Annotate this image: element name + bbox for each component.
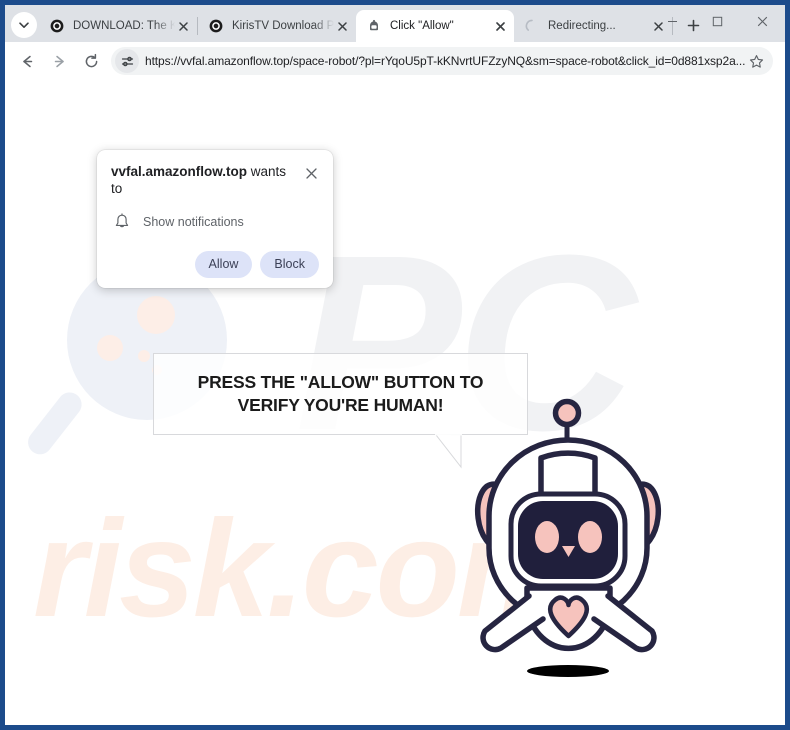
dark-circle-icon	[208, 18, 224, 34]
dialog-close-button[interactable]	[303, 165, 319, 181]
browser-toolbar: https://vvfal.amazonflow.top/space-robot…	[5, 42, 785, 80]
block-button[interactable]: Block	[260, 250, 319, 278]
close-icon	[757, 16, 768, 27]
watermark-dot	[97, 335, 123, 361]
dialog-origin: vvfal.amazonflow.top	[111, 164, 248, 179]
dark-circle-icon	[49, 18, 65, 34]
dialog-actions: Allow Block	[111, 250, 319, 278]
reload-icon	[85, 53, 97, 67]
tab-close-icon[interactable]	[175, 18, 191, 34]
tab-title: Click "Allow"	[390, 20, 454, 32]
notification-permission-dialog: vvfal.amazonflow.top wants to Show notif…	[97, 150, 333, 288]
tab-close-icon[interactable]	[492, 18, 508, 34]
robot-shadow	[527, 665, 609, 677]
tab-click-allow[interactable]: Click "Allow"	[356, 10, 514, 42]
close-window-button[interactable]	[740, 5, 785, 38]
back-button[interactable]	[13, 47, 41, 75]
tab-title: KirisTV Download Page	[232, 20, 334, 32]
maximize-button[interactable]	[695, 5, 740, 38]
speech-bubble-text: PRESS THE "ALLOW" BUTTON TO VERIFY YOU'R…	[197, 371, 484, 415]
watermark-magnifier-handle	[23, 387, 87, 460]
maximize-icon	[712, 16, 723, 27]
bookmark-star-icon[interactable]	[745, 50, 767, 72]
robot-mascot-illustration	[471, 398, 671, 688]
robot-icon	[366, 18, 382, 34]
loading-spinner-icon	[524, 18, 540, 34]
forward-button[interactable]	[45, 47, 73, 75]
tab-download-the-killer[interactable]: DOWNLOAD: The Killer	[39, 10, 197, 42]
watermark-dot	[138, 350, 150, 362]
dialog-title: vvfal.amazonflow.top wants to	[111, 164, 303, 198]
reload-button[interactable]	[77, 47, 105, 75]
close-icon	[305, 167, 317, 179]
permission-row: Show notifications	[111, 213, 319, 231]
speech-bubble-tail	[435, 434, 462, 469]
minimize-icon	[668, 21, 677, 22]
downloads-button[interactable]	[781, 47, 785, 75]
tune-sliders-icon	[121, 56, 133, 66]
tab-title: DOWNLOAD: The Killer	[73, 20, 175, 32]
arrow-left-icon	[22, 55, 32, 67]
bell-notification-icon	[115, 213, 129, 227]
site-settings-button[interactable]	[115, 49, 139, 73]
chevron-down-icon	[19, 22, 29, 28]
allow-button[interactable]: Allow	[194, 250, 253, 278]
address-bar[interactable]: https://vvfal.amazonflow.top/space-robot…	[111, 47, 774, 75]
minimize-button[interactable]	[650, 5, 695, 38]
browser-window: DOWNLOAD: The Killer KirisTV Download Pa…	[5, 5, 785, 725]
url-text: https://vvfal.amazonflow.top/space-robot…	[145, 54, 746, 68]
watermark-dot	[137, 296, 175, 334]
window-controls	[650, 5, 785, 38]
tab-title: Redirecting...	[548, 20, 616, 32]
arrow-right-icon	[54, 55, 64, 67]
tab-redirecting[interactable]: Redirecting...	[514, 10, 672, 42]
desktop-background: DOWNLOAD: The Killer KirisTV Download Pa…	[0, 0, 790, 730]
tab-close-icon[interactable]	[334, 18, 350, 34]
tab-strip: DOWNLOAD: The Killer KirisTV Download Pa…	[5, 5, 785, 42]
dialog-header: vvfal.amazonflow.top wants to	[111, 164, 319, 198]
permission-label: Show notifications	[143, 214, 244, 229]
speech-bubble: PRESS THE "ALLOW" BUTTON TO VERIFY YOU'R…	[153, 353, 528, 435]
tab-kiristv-download-page[interactable]: KirisTV Download Page	[198, 10, 356, 42]
page-viewport: PC risk.com PRESS THE "ALLOW" BUTTON TO …	[5, 80, 785, 725]
tab-search-button[interactable]	[11, 12, 37, 38]
